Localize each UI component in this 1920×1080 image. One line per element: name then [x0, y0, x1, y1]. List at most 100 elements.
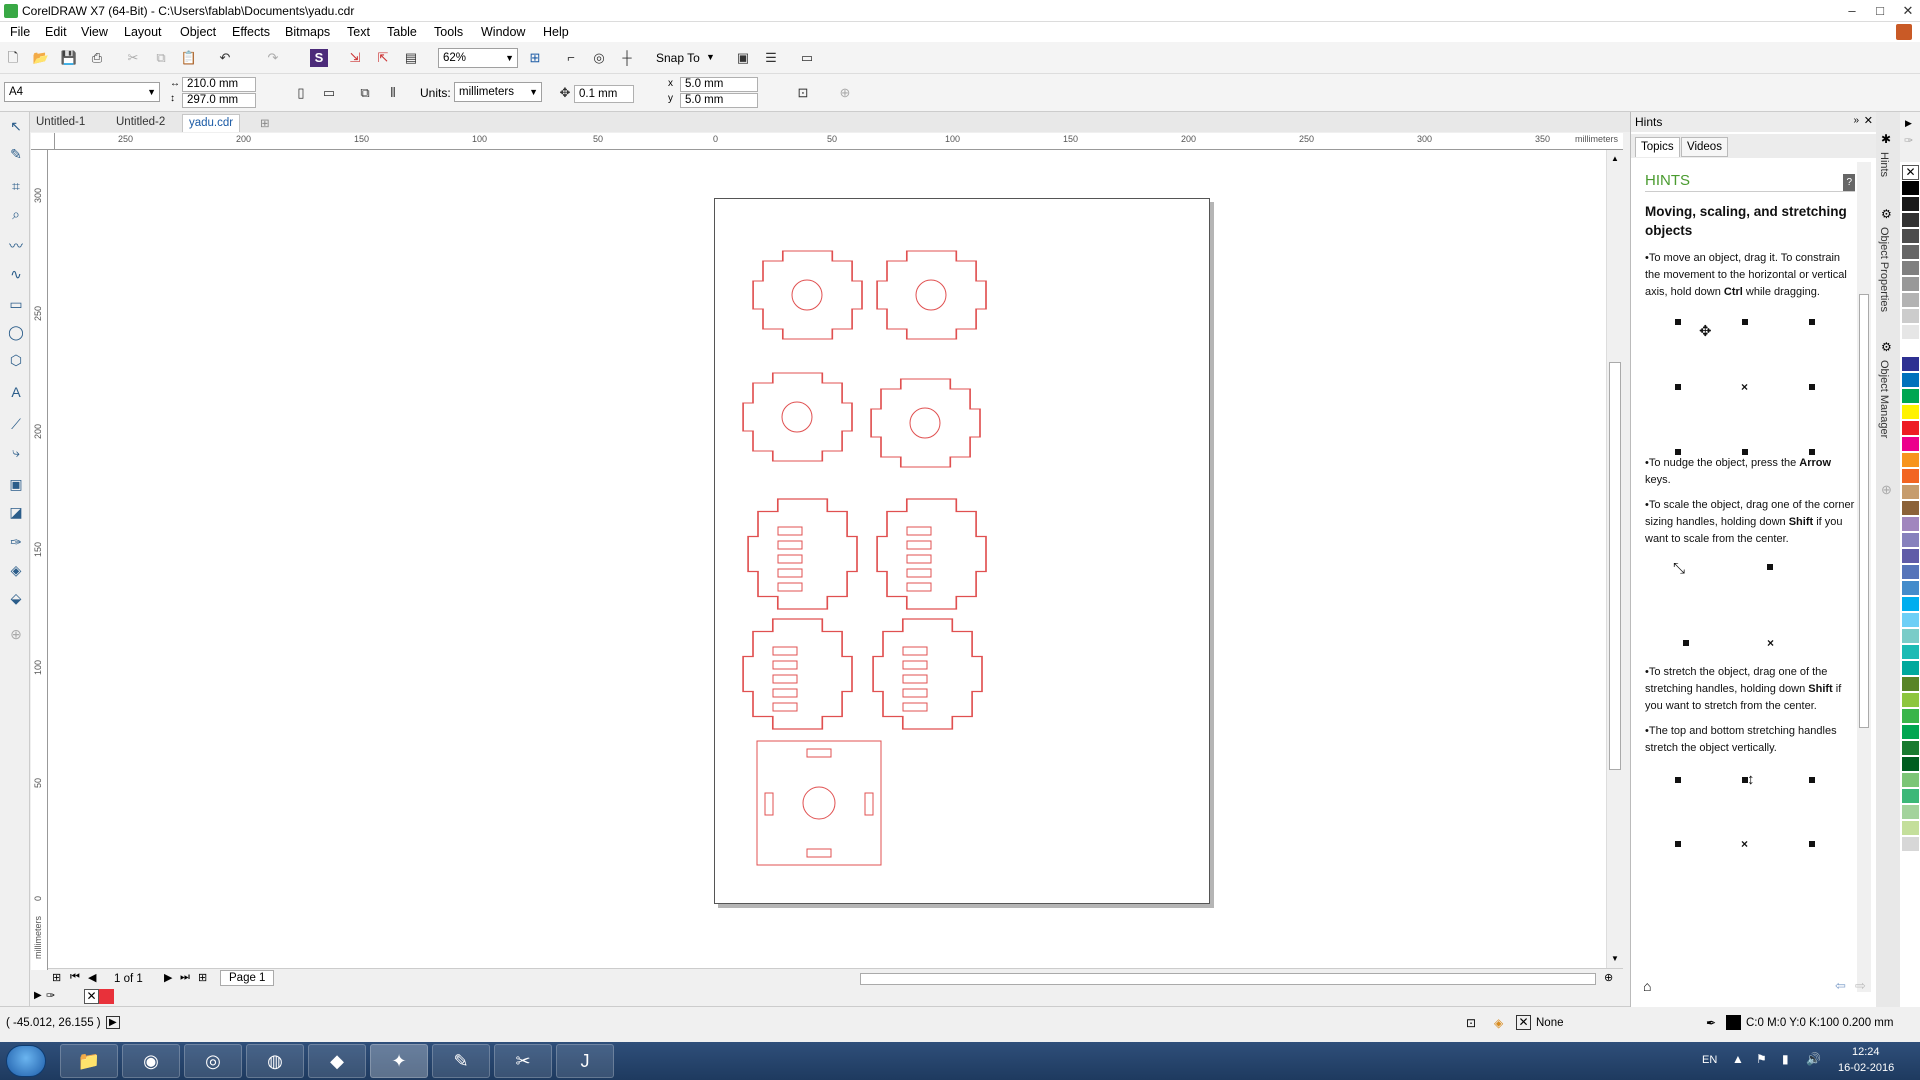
color-swatch[interactable]: [1902, 773, 1919, 788]
volume-icon[interactable]: 🔊: [1806, 1052, 1821, 1066]
object-properties-icon[interactable]: ⚙: [1881, 207, 1892, 221]
menu-window[interactable]: Window: [481, 25, 525, 39]
save-icon[interactable]: 💾: [60, 49, 78, 67]
slotted-piece[interactable]: [742, 618, 853, 730]
color-swatch[interactable]: [1902, 677, 1919, 692]
page-height-field[interactable]: 297.0 mm: [182, 93, 256, 108]
scroll-up-icon[interactable]: ▲: [1611, 154, 1619, 163]
welcome-screen-icon[interactable]: ▭: [798, 49, 816, 67]
hints-tab-icon[interactable]: ✱: [1881, 132, 1891, 146]
color-swatch[interactable]: [1902, 613, 1919, 628]
text-tool-icon[interactable]: A: [6, 382, 26, 402]
zoom-level-combo[interactable]: 62% ▼: [438, 48, 518, 68]
color-swatch[interactable]: [1902, 501, 1919, 516]
object-manager-icon[interactable]: ⚙: [1881, 340, 1892, 354]
color-swatch[interactable]: [1902, 517, 1919, 532]
color-swatch[interactable]: [1902, 693, 1919, 708]
show-grid-icon[interactable]: ◎: [590, 49, 608, 67]
menu-tools[interactable]: Tools: [434, 25, 463, 39]
nudge-distance-field[interactable]: 0.1 mm: [574, 85, 634, 103]
duplicate-distance-x-field[interactable]: 5.0 mm: [680, 77, 758, 92]
show-hidden-icons-icon[interactable]: ▲: [1732, 1052, 1744, 1066]
gear-piece[interactable]: [752, 250, 863, 340]
color-swatch[interactable]: [1902, 293, 1919, 308]
palette-scroll-up-icon[interactable]: ▶: [1905, 118, 1912, 129]
color-swatch[interactable]: [1902, 565, 1919, 580]
prev-page-icon[interactable]: ◀: [88, 971, 96, 984]
browser-taskbar-button[interactable]: ◉: [122, 1044, 180, 1078]
eyedropper-icon[interactable]: ✑: [6, 532, 26, 552]
laser-cut-drawing[interactable]: [715, 199, 1211, 905]
add-icon[interactable]: ⊕: [836, 84, 854, 102]
document-color-settings-icon[interactable]: ⊡: [1466, 1016, 1476, 1030]
close-docker-icon[interactable]: ✕: [1864, 114, 1873, 127]
portrait-icon[interactable]: ▯: [292, 84, 310, 102]
units-combo[interactable]: millimeters ▼: [454, 82, 542, 102]
play-icon[interactable]: ▶: [106, 1016, 120, 1029]
open-icon[interactable]: 📂: [32, 49, 50, 67]
quick-customize-icon[interactable]: ⊡: [794, 84, 812, 102]
parallel-dimension-icon[interactable]: ⟋: [6, 414, 26, 434]
color-swatch[interactable]: [1902, 389, 1919, 404]
color-swatch[interactable]: [1902, 325, 1919, 340]
publish-pdf-icon[interactable]: ▤: [402, 49, 420, 67]
color-swatch[interactable]: [1902, 341, 1919, 356]
hints-scrollbar[interactable]: [1857, 162, 1871, 992]
language-indicator[interactable]: EN: [1702, 1054, 1717, 1066]
smart-fill-icon[interactable]: ⬙: [6, 588, 26, 608]
add-page-after-icon[interactable]: ⊞: [198, 971, 207, 984]
current-page-icon[interactable]: ⫴: [384, 84, 402, 102]
import-icon[interactable]: ⇲: [346, 49, 364, 67]
snap-to-dropdown[interactable]: Snap To: [656, 51, 700, 65]
color-swatch[interactable]: [1902, 741, 1919, 756]
paint-taskbar-button[interactable]: ✎: [432, 1044, 490, 1078]
menu-table[interactable]: Table: [387, 25, 417, 39]
color-swatch[interactable]: [1902, 533, 1919, 548]
color-swatch[interactable]: [1902, 181, 1919, 196]
add-page-icon[interactable]: ⊞: [52, 971, 61, 984]
side-tab-object-properties[interactable]: Object Properties: [1878, 227, 1890, 312]
shape-tool-icon[interactable]: ✎: [6, 144, 26, 164]
tab-untitled-2[interactable]: Untitled-2: [110, 114, 171, 132]
last-page-icon[interactable]: ⏭: [180, 971, 190, 984]
menu-help[interactable]: Help: [543, 25, 569, 39]
scroll-down-icon[interactable]: ▼: [1611, 954, 1619, 963]
close-button[interactable]: ✕: [1894, 2, 1920, 20]
menu-effects[interactable]: Effects: [232, 25, 270, 39]
color-swatch[interactable]: [1902, 357, 1919, 372]
drop-shadow-icon[interactable]: ▣: [6, 474, 26, 494]
all-pages-icon[interactable]: ⧉: [356, 84, 374, 102]
color-swatch[interactable]: [1902, 373, 1919, 388]
network-icon[interactable]: ▮: [1782, 1052, 1789, 1066]
add-tool-icon[interactable]: ⊕: [6, 624, 26, 644]
inkscape-taskbar-button[interactable]: ◆: [308, 1044, 366, 1078]
copy-icon[interactable]: ⧉: [152, 49, 170, 67]
next-page-icon[interactable]: ▶: [164, 971, 172, 984]
color-swatch[interactable]: [1902, 309, 1919, 324]
page-size-combo[interactable]: A4 ▼: [4, 82, 160, 102]
show-guidelines-icon[interactable]: ┼: [618, 49, 636, 67]
search-content-icon[interactable]: S: [310, 49, 328, 67]
slotted-piece[interactable]: [872, 618, 983, 730]
color-swatch[interactable]: [1902, 597, 1919, 612]
scroll-thumb[interactable]: [1609, 362, 1621, 770]
color-swatch[interactable]: [1902, 405, 1919, 420]
zoom-tool-icon[interactable]: ⌕: [6, 204, 26, 224]
base-plate[interactable]: [756, 740, 882, 866]
tab-videos[interactable]: Videos: [1681, 137, 1728, 157]
color-swatch[interactable]: [1902, 821, 1919, 836]
duplicate-distance-y-field[interactable]: 5.0 mm: [680, 93, 758, 108]
minimize-button[interactable]: –: [1838, 2, 1866, 20]
maximize-button[interactable]: □: [1866, 2, 1894, 20]
side-tab-object-manager[interactable]: Object Manager: [1878, 360, 1890, 438]
add-docker-icon[interactable]: ⊕: [1881, 482, 1892, 498]
color-swatch[interactable]: [1902, 197, 1919, 212]
color-swatch[interactable]: [1902, 757, 1919, 772]
rectangle-tool-icon[interactable]: ▭: [6, 294, 26, 314]
cut-icon[interactable]: ✂: [124, 49, 142, 67]
crop-tool-icon[interactable]: ⌗: [6, 176, 26, 196]
landscape-icon[interactable]: ▭: [320, 84, 338, 102]
home-icon[interactable]: ⌂: [1643, 978, 1651, 994]
palette-eyedropper-icon[interactable]: ✑: [1904, 134, 1913, 147]
gear-piece[interactable]: [876, 250, 987, 340]
